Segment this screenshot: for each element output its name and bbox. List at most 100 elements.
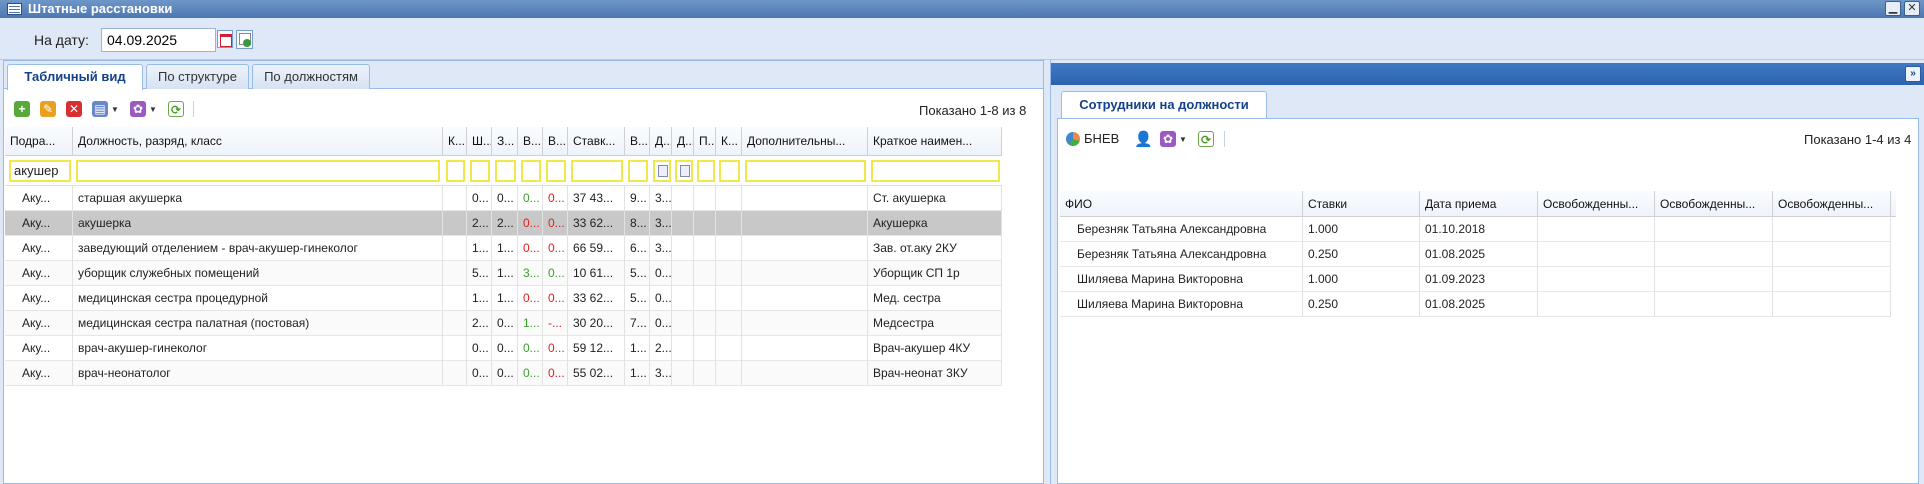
col-header[interactable]: П... [694,127,716,156]
col-header[interactable]: В... [543,127,568,156]
refresh-icon[interactable]: ⟳ [1198,131,1214,147]
close-icon[interactable]: ✕ [1904,1,1920,16]
grid-cell-position: врач-акушер-гинеколог [73,336,443,361]
grid-cell-f3 [1773,267,1891,292]
filter-field[interactable] [745,160,866,182]
grid-cell-c2 [443,336,467,361]
col-header[interactable]: Ставк... [568,127,625,156]
col-header[interactable]: Освобожденны... [1773,191,1891,217]
grid-cell-dept: Аку... [5,361,73,386]
grid-cell-c12 [716,361,742,386]
minimize-icon[interactable]: ▁ [1885,1,1901,16]
table-row[interactable]: Аку... уборщик служебных помещений 5... 1..… [5,261,1002,286]
tab-by-positions[interactable]: По должностям [252,64,370,89]
gear-icon[interactable]: ✿ [130,101,146,117]
table-row[interactable]: Шиляева Марина Викторовна 1.000 01.09.2023 [1060,267,1891,292]
col-header[interactable]: К... [716,127,742,156]
employees-panel: » Сотрудники на должности БНЕВ 👤 ✿ ▼ ⟳ П… [1050,60,1924,484]
grid-cell-fio: Березняк Татьяна Александровна [1060,242,1303,267]
chevron-down-icon[interactable]: ▼ [111,105,119,114]
col-header[interactable]: Должность, разряд, класс [73,127,443,156]
table-row[interactable]: Аку... акушерка 2... 2... 0... 0... 33 62... 8.… [5,211,1002,236]
grid-cell-c8: 7... [625,311,650,336]
gear-icon[interactable]: ✿ [1160,131,1176,147]
table-row[interactable]: Аку... старшая акушерка 0... 0... 0... 0... 37… [5,186,1002,211]
filter-field[interactable] [495,160,516,182]
grid-cell-c12 [716,311,742,336]
bnev-button[interactable]: БНЕВ [1084,131,1119,146]
grid-cell-c5: 0... [518,286,543,311]
grid-cell-rate: 66 59... [568,236,625,261]
col-header[interactable]: Ш... [467,127,492,156]
col-header[interactable]: В... [625,127,650,156]
col-header[interactable]: З... [492,127,518,156]
chevron-down-icon[interactable]: ▼ [1179,135,1187,144]
table-row[interactable]: Березняк Татьяна Александровна 0.250 01.08… [1060,242,1891,267]
grid-cell-c8: 6... [625,236,650,261]
refresh-icon[interactable]: ⟳ [168,101,184,117]
printer-icon[interactable]: ▤ [92,101,108,117]
filter-field[interactable] [628,160,648,182]
col-header[interactable]: К... [443,127,467,156]
col-header[interactable]: Освобожденны... [1655,191,1773,217]
filter-field[interactable] [697,160,715,182]
grid-cell-fio: Березняк Татьяна Александровна [1060,217,1303,242]
tab-table-view[interactable]: Табличный вид [7,64,143,90]
col-header[interactable]: Д... [650,127,672,156]
table-row[interactable]: Шиляева Марина Викторовна 0.250 01.08.2025 [1060,292,1891,317]
tab-employees[interactable]: Сотрудники на должности [1061,91,1267,118]
table-row[interactable]: Аку... заведующий отделением - врач-акуше… [5,236,1002,261]
col-header[interactable]: Ставки [1303,191,1420,217]
filter-field[interactable] [521,160,541,182]
select-filter-icon[interactable] [675,160,693,182]
grid-cell-c12 [716,186,742,211]
col-header[interactable]: Д... [672,127,694,156]
col-header[interactable]: Дополнительны... [742,127,868,156]
filter-field[interactable] [571,160,623,182]
col-header[interactable]: ФИО [1060,191,1303,217]
table-row[interactable]: Аку... врач-неонатолог 0... 0... 0... 0... 55 … [5,361,1002,386]
grid-cell-c3: 0... [467,186,492,211]
grid-cell-extra [742,311,868,336]
grid-cell-c9: 0... [650,261,672,286]
select-filter-icon[interactable] [653,160,671,182]
filter-field[interactable] [719,160,740,182]
expand-icon[interactable]: » [1905,66,1921,82]
short-name-filter[interactable] [871,160,1000,182]
table-row[interactable]: Аку... медицинская сестра палатная (посто… [5,311,1002,336]
col-header[interactable]: Подра... [5,127,73,156]
employees-body: БНЕВ 👤 ✿ ▼ ⟳ Показано 1-4 из 4 ФИО Ставк… [1057,118,1919,484]
col-header[interactable]: В... [518,127,543,156]
pencil-icon[interactable]: ✎ [40,101,56,117]
grid-cell-position: медицинская сестра палатная (постовая) [73,311,443,336]
grid-header: ФИО Ставки Дата приема Освобожденны... О… [1060,191,1896,217]
chevron-down-icon[interactable]: ▼ [149,105,157,114]
grid-cell-c11 [694,286,716,311]
grid-cell-f2 [1655,292,1773,317]
grid-cell-short: Медсестра [868,311,1002,336]
col-header[interactable]: Освобожденны... [1538,191,1655,217]
filter-field[interactable] [470,160,490,182]
filter-field[interactable] [546,160,566,182]
table-row[interactable]: Березняк Татьяна Александровна 1.000 01.10… [1060,217,1891,242]
positions-toolbar: + ✎ ✕ ▤ ▼ ✿ ▼ ⟳ Показано 1-8 из 8 [4,95,1043,121]
person-icon[interactable]: 👤 [1134,130,1153,148]
apply-date-icon[interactable] [236,30,253,49]
date-input[interactable] [101,28,216,52]
col-header[interactable]: Дата приема [1420,191,1538,217]
tab-by-structure[interactable]: По структуре [146,64,249,89]
calendar-icon[interactable] [217,30,233,48]
table-row[interactable]: Аку... медицинская сестра процедурной 1...… [5,286,1002,311]
col-header[interactable]: Краткое наимен... [868,127,1002,156]
filter-field[interactable] [446,160,465,182]
grid-cell-c4: 0... [492,336,518,361]
position-filter[interactable] [76,160,440,182]
grid-cell-c12 [716,211,742,236]
grid-cell-c5: 0... [518,336,543,361]
table-row[interactable]: Аку... врач-акушер-гинеколог 0... 0... 0... 0… [5,336,1002,361]
delete-icon[interactable]: ✕ [66,101,82,117]
dept-filter[interactable]: акушер [9,160,71,182]
add-icon[interactable]: + [14,101,30,117]
toolbar-divider [193,101,194,117]
grid-cell-c4: 2... [492,211,518,236]
